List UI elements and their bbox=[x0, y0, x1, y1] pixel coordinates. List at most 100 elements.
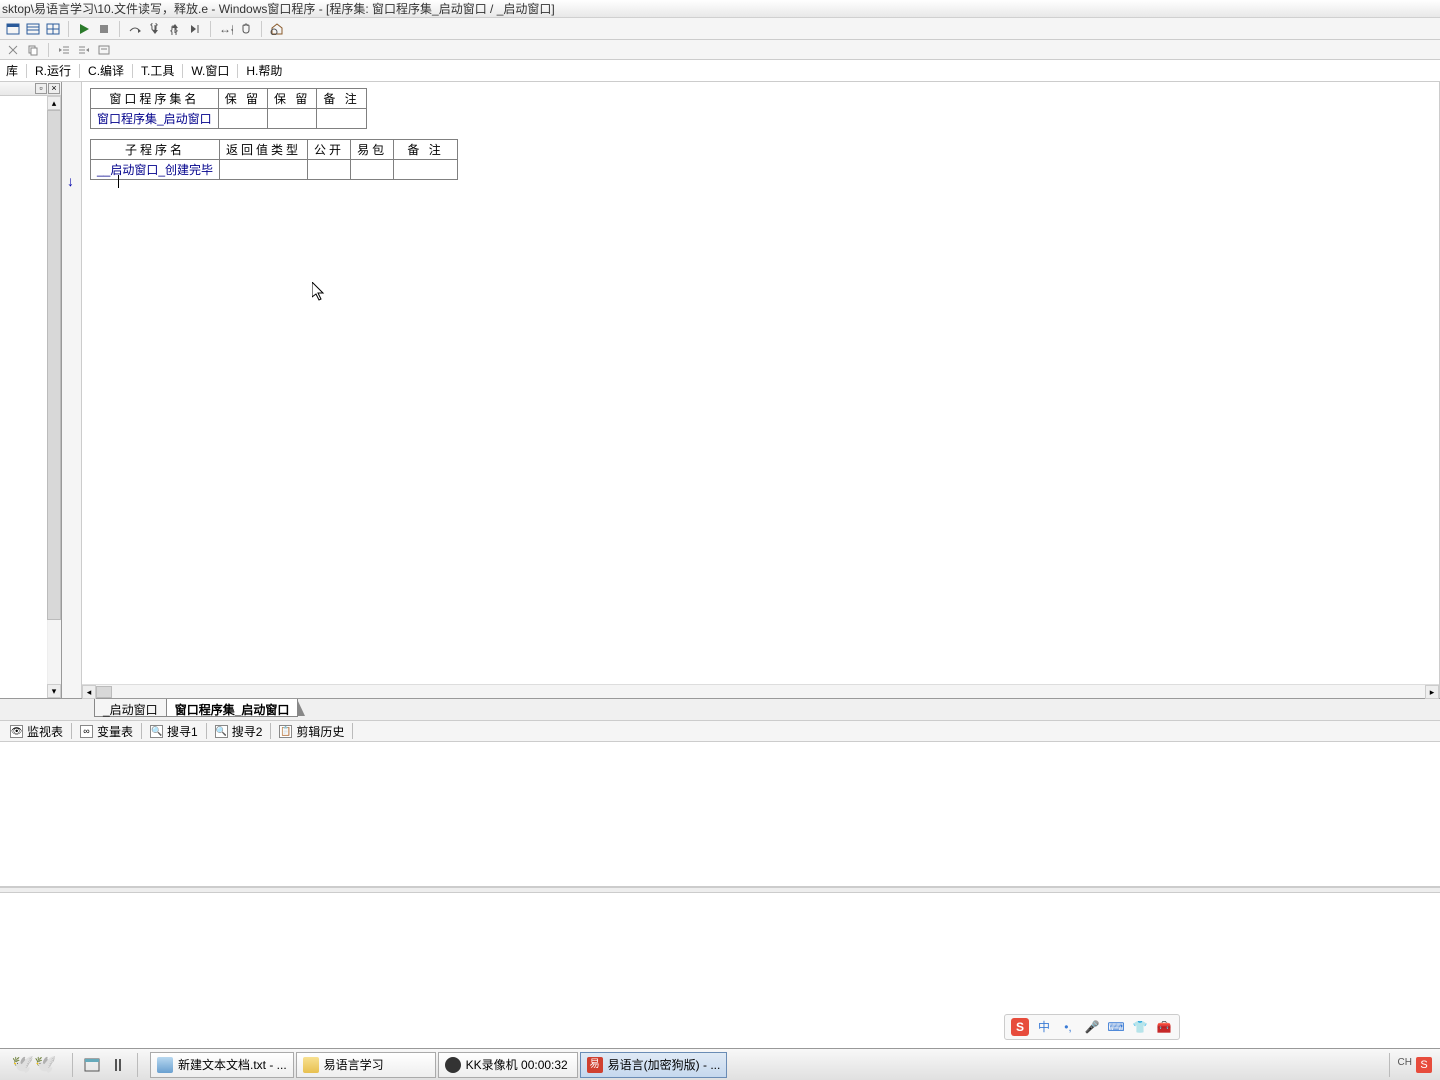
col-sub-name: 子程序名 bbox=[91, 140, 220, 160]
run-icon[interactable] bbox=[75, 20, 93, 38]
cell[interactable] bbox=[268, 109, 317, 129]
cell[interactable] bbox=[218, 109, 267, 129]
ime-skin-icon[interactable]: 👕 bbox=[1131, 1018, 1149, 1036]
h-scrollbar[interactable]: ◂ ▸ bbox=[82, 684, 1439, 698]
grid-icon[interactable] bbox=[44, 20, 62, 38]
tree-body[interactable]: ▴ ▾ bbox=[0, 96, 61, 698]
utab-search1[interactable]: 🔍搜寻1 bbox=[144, 722, 204, 740]
show-desktop-icon[interactable] bbox=[81, 1054, 103, 1076]
ime-mic-icon[interactable]: 🎤 bbox=[1083, 1018, 1101, 1036]
cell[interactable] bbox=[220, 160, 308, 180]
notepad-icon bbox=[157, 1057, 173, 1073]
hscroll-right-icon[interactable]: ▸ bbox=[1425, 685, 1439, 699]
tab-start-window[interactable]: _启动窗口 bbox=[94, 699, 167, 717]
search1-icon: 🔍 bbox=[150, 725, 163, 738]
subroutine-table: 子程序名 返回值类型 公开 易包 备 注 __启动窗口_创建完毕 bbox=[90, 139, 458, 180]
form-icon[interactable] bbox=[24, 20, 42, 38]
col-return-type: 返回值类型 bbox=[220, 140, 308, 160]
hscroll-left-icon[interactable]: ◂ bbox=[82, 685, 96, 699]
utab-watch[interactable]: 👁监视表 bbox=[4, 722, 69, 740]
task-eyuyan[interactable]: 易 易语言(加密狗版) - ... bbox=[580, 1052, 728, 1078]
hand-icon[interactable] bbox=[237, 20, 255, 38]
task-folder[interactable]: 易语言学习 bbox=[296, 1052, 436, 1078]
window-titlebar: sktop\易语言学习\10.文件读写，释放.e - Windows窗口程序 -… bbox=[0, 0, 1440, 18]
indent-icon[interactable] bbox=[75, 42, 93, 58]
step-over-icon[interactable] bbox=[126, 20, 144, 38]
clip-icon: 📋 bbox=[279, 725, 292, 738]
tray-ime-icon[interactable]: S bbox=[1416, 1057, 1432, 1073]
recorder-icon bbox=[445, 1057, 461, 1073]
menu-compile[interactable]: C.编译 bbox=[82, 60, 130, 81]
step-into-icon[interactable]: {} bbox=[146, 20, 164, 38]
splitter[interactable] bbox=[0, 887, 1440, 893]
menu-window[interactable]: W.窗口 bbox=[185, 60, 235, 81]
task-notepad[interactable]: 新建文本文档.txt - ... bbox=[150, 1052, 294, 1078]
outdent-icon[interactable] bbox=[55, 42, 73, 58]
stop-icon[interactable] bbox=[95, 20, 113, 38]
step-out-icon[interactable]: {} bbox=[166, 20, 184, 38]
code-body: 窗口程序集名 保 留 保 留 备 注 窗口程序集_启动窗口 子程序名 返回值类型… bbox=[82, 82, 1439, 698]
folder-icon bbox=[303, 1057, 319, 1073]
tab-assembly-start-window[interactable]: 窗口程序集_启动窗口 bbox=[166, 699, 299, 717]
menu-run[interactable]: R.运行 bbox=[29, 60, 77, 81]
ime-keyboard-icon[interactable]: ⌨ bbox=[1107, 1018, 1125, 1036]
menu-lib[interactable]: 库 bbox=[0, 60, 24, 81]
window-icon[interactable] bbox=[4, 20, 22, 38]
cell[interactable] bbox=[394, 160, 458, 180]
utab-search2[interactable]: 🔍搜寻2 bbox=[209, 722, 269, 740]
cell[interactable] bbox=[308, 160, 351, 180]
hscroll-thumb[interactable] bbox=[96, 686, 112, 698]
code-editor[interactable]: ↓ 窗口程序集名 保 留 保 留 备 注 窗口程序集_启动窗口 子程 bbox=[62, 82, 1440, 698]
sub-name-value[interactable]: __启动窗口_创建完毕 bbox=[91, 160, 220, 180]
assembly-name-value[interactable]: 窗口程序集_启动窗口 bbox=[91, 109, 219, 129]
desktop-widget-icon[interactable]: 🕊️🕊️ bbox=[4, 1052, 64, 1078]
col-reserved1: 保 留 bbox=[218, 89, 267, 109]
col-reserved2: 保 留 bbox=[268, 89, 317, 109]
menu-help[interactable]: H.帮助 bbox=[240, 60, 288, 81]
scroll-up-icon[interactable]: ▴ bbox=[47, 96, 61, 110]
svg-text:{}: {} bbox=[170, 23, 178, 35]
utab-vars[interactable]: ∞变量表 bbox=[74, 722, 139, 740]
brace-icon[interactable]: ↔{} bbox=[217, 20, 235, 38]
watch-icon: 👁 bbox=[10, 725, 23, 738]
comment-icon[interactable] bbox=[95, 42, 113, 58]
ime-toolbox-icon[interactable]: 🧰 bbox=[1155, 1018, 1173, 1036]
col-epack: 易包 bbox=[351, 140, 394, 160]
col-assembly-name: 窗口程序集名 bbox=[91, 89, 219, 109]
toolbar-main: {} {} ↔{} bbox=[0, 18, 1440, 40]
col-remark2: 备 注 bbox=[394, 140, 458, 160]
task-recorder[interactable]: KK录像机 00:00:32 bbox=[438, 1052, 578, 1078]
left-panel: ▫ × ▴ ▾ bbox=[0, 82, 62, 698]
ime-mode[interactable]: 中 bbox=[1035, 1018, 1053, 1036]
panel-close-icon[interactable]: × bbox=[48, 83, 60, 94]
output-panel[interactable] bbox=[0, 742, 1440, 887]
utility-tabs: 👁监视表 ∞变量表 🔍搜寻1 🔍搜寻2 📋剪辑历史 bbox=[0, 720, 1440, 742]
ime-punct-icon[interactable]: •, bbox=[1059, 1018, 1077, 1036]
system-tray: CH S bbox=[1385, 1053, 1436, 1077]
assembly-table: 窗口程序集名 保 留 保 留 备 注 窗口程序集_启动窗口 bbox=[90, 88, 367, 129]
scroll-thumb[interactable] bbox=[47, 110, 61, 620]
main-area: ▫ × ▴ ▾ ↓ 窗口程序集名 保 留 保 留 备 注 窗口程序集_启动窗口 bbox=[0, 82, 1440, 698]
eyuyan-icon: 易 bbox=[587, 1057, 603, 1073]
panel-dock-icon[interactable]: ▫ bbox=[35, 83, 47, 94]
quick-launch-icon[interactable] bbox=[107, 1054, 129, 1076]
cut-icon[interactable] bbox=[4, 42, 22, 58]
flow-arrow-icon: ↓ bbox=[67, 174, 74, 188]
run-to-cursor-icon[interactable] bbox=[186, 20, 204, 38]
cell[interactable] bbox=[351, 160, 394, 180]
menu-tools[interactable]: T.工具 bbox=[135, 60, 180, 81]
toolbar-secondary bbox=[0, 40, 1440, 60]
col-public: 公开 bbox=[308, 140, 351, 160]
scroll-down-icon[interactable]: ▾ bbox=[47, 684, 61, 698]
svg-text:{}: {} bbox=[150, 23, 158, 31]
cell[interactable] bbox=[317, 109, 366, 129]
find-home-icon[interactable] bbox=[268, 20, 286, 38]
tray-lang[interactable]: CH bbox=[1398, 1057, 1412, 1073]
copy-icon[interactable] bbox=[24, 42, 42, 58]
mouse-cursor-icon bbox=[312, 282, 326, 302]
ime-logo-icon[interactable]: S bbox=[1011, 1018, 1029, 1036]
ime-toolbar[interactable]: S 中 •, 🎤 ⌨ 👕 🧰 bbox=[1004, 1014, 1180, 1040]
utab-cliphist[interactable]: 📋剪辑历史 bbox=[273, 722, 350, 740]
svg-text:↔{}: ↔{} bbox=[219, 23, 233, 35]
editor-tabs: _启动窗口 窗口程序集_启动窗口 bbox=[0, 698, 1440, 720]
